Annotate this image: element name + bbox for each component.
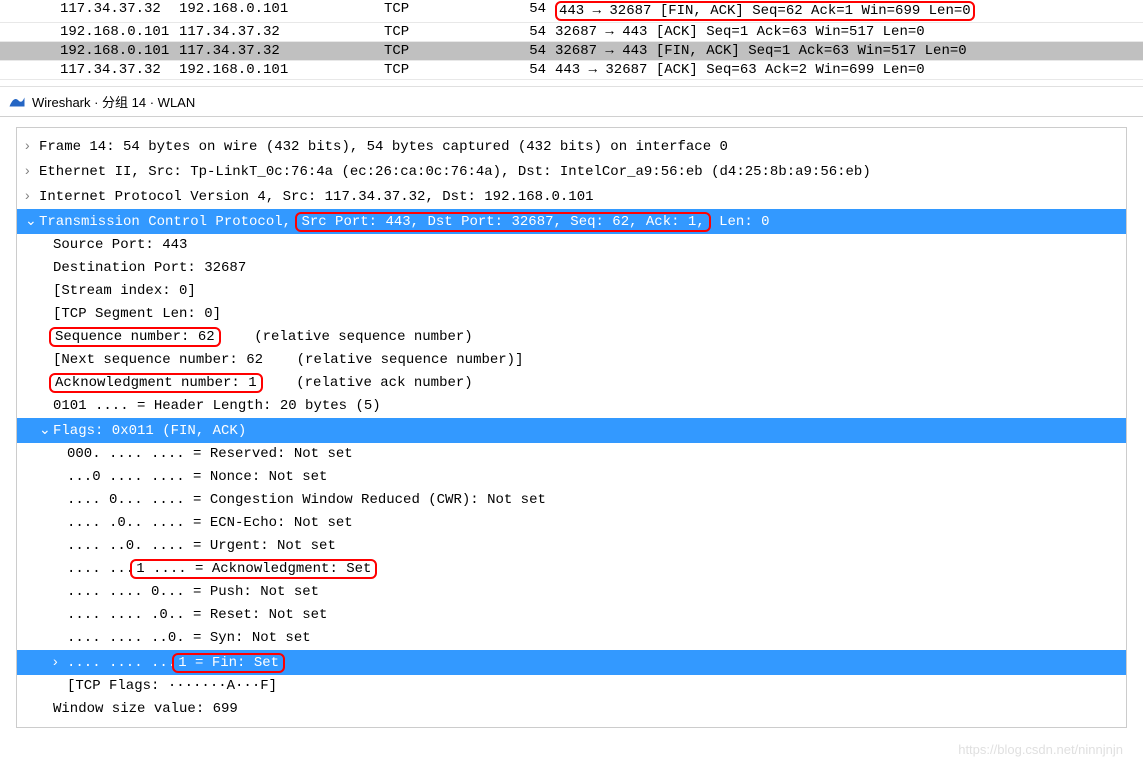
ethernet-summary: Ethernet II, Src: Tp-LinkT_0c:76:4a (ec:… bbox=[39, 164, 871, 180]
chevron-right-icon[interactable]: › bbox=[25, 159, 39, 182]
window-title: Wireshark · 分组 14 · WLAN bbox=[32, 92, 195, 111]
tree-item-flag-push[interactable]: .... .... 0... = Push: Not set bbox=[17, 581, 1126, 604]
tree-item-flag-nonce[interactable]: ...0 .... .... = Nonce: Not set bbox=[17, 466, 1126, 489]
col-protocol: TCP bbox=[380, 1, 510, 21]
tree-item-flag-syn[interactable]: .... .... ..0. = Syn: Not set bbox=[17, 627, 1126, 650]
tree-item-flag-urgent[interactable]: .... ..0. .... = Urgent: Not set bbox=[17, 535, 1126, 558]
ip-summary: Internet Protocol Version 4, Src: 117.34… bbox=[39, 189, 594, 205]
col-length: 54 bbox=[510, 62, 550, 78]
chevron-down-icon[interactable]: ⌄ bbox=[39, 418, 53, 441]
frame-summary: Frame 14: 54 bytes on wire (432 bits), 5… bbox=[39, 139, 728, 155]
tcp-prefix: Transmission Control Protocol, bbox=[39, 214, 299, 230]
highlighted-tcp-ports: Src Port: 443, Dst Port: 32687, Seq: 62,… bbox=[295, 212, 710, 232]
tree-item-header-length[interactable]: 0101 .... = Header Length: 20 bytes (5) bbox=[17, 395, 1126, 418]
packet-row[interactable]: 192.168.0.101 117.34.37.32 TCP 54 32687 … bbox=[0, 23, 1143, 42]
col-length: 54 bbox=[510, 43, 550, 59]
col-protocol: TCP bbox=[380, 43, 510, 59]
col-destination: 192.168.0.101 bbox=[175, 1, 380, 21]
packet-row[interactable]: 117.34.37.32 192.168.0.101 TCP 54 443 → … bbox=[0, 0, 1143, 23]
wireshark-icon bbox=[8, 93, 26, 111]
col-destination: 117.34.37.32 bbox=[175, 24, 380, 40]
tree-item-src-port[interactable]: Source Port: 443 bbox=[17, 234, 1126, 257]
chevron-right-icon[interactable]: › bbox=[25, 134, 39, 157]
packet-row[interactable]: 117.34.37.32 192.168.0.101 TCP 54 443 → … bbox=[0, 61, 1143, 80]
chevron-down-icon[interactable]: ⌄ bbox=[25, 209, 39, 232]
col-source: 117.34.37.32 bbox=[0, 62, 175, 78]
col-length: 54 bbox=[510, 1, 550, 21]
tree-item-next-seq[interactable]: [Next sequence number: 62 (relative sequ… bbox=[17, 349, 1126, 372]
tree-item-segment-len[interactable]: [TCP Segment Len: 0] bbox=[17, 303, 1126, 326]
highlighted-info: 443 → 32687 [FIN, ACK] Seq=62 Ack=1 Win=… bbox=[555, 1, 975, 21]
tree-item-ip[interactable]: ›Internet Protocol Version 4, Src: 117.3… bbox=[17, 184, 1126, 209]
chevron-right-icon[interactable]: › bbox=[53, 650, 67, 673]
col-protocol: TCP bbox=[380, 62, 510, 78]
tree-item-ethernet[interactable]: ›Ethernet II, Src: Tp-LinkT_0c:76:4a (ec… bbox=[17, 159, 1126, 184]
flags-summary: Flags: 0x011 (FIN, ACK) bbox=[53, 423, 246, 439]
col-length: 54 bbox=[510, 24, 550, 40]
tree-item-dst-port[interactable]: Destination Port: 32687 bbox=[17, 257, 1126, 280]
highlighted-ack-flag: 1 .... = Acknowledgment: Set bbox=[130, 559, 377, 579]
window-titlebar: Wireshark · 分组 14 · WLAN bbox=[0, 86, 1143, 117]
tree-item-flag-reserved[interactable]: 000. .... .... = Reserved: Not set bbox=[17, 443, 1126, 466]
tree-item-seq-number[interactable]: Sequence number: 62 (relative sequence n… bbox=[17, 326, 1126, 349]
col-source: 192.168.0.101 bbox=[0, 43, 175, 59]
tree-item-frame[interactable]: ›Frame 14: 54 bytes on wire (432 bits), … bbox=[17, 134, 1126, 159]
col-info: 32687 → 443 [ACK] Seq=1 Ack=63 Win=517 L… bbox=[550, 24, 1143, 40]
col-info: 32687 → 443 [FIN, ACK] Seq=1 Ack=63 Win=… bbox=[550, 43, 1143, 59]
col-info: 443 → 32687 [ACK] Seq=63 Ack=2 Win=699 L… bbox=[550, 62, 1143, 78]
tree-item-flags[interactable]: ⌄Flags: 0x011 (FIN, ACK) bbox=[17, 418, 1126, 443]
col-info: 443 → 32687 [FIN, ACK] Seq=62 Ack=1 Win=… bbox=[550, 1, 1143, 21]
col-source: 192.168.0.101 bbox=[0, 24, 175, 40]
tree-item-tcp-flags-string[interactable]: [TCP Flags: ·······A···F] bbox=[17, 675, 1126, 698]
col-destination: 117.34.37.32 bbox=[175, 43, 380, 59]
tcp-suffix: Len: 0 bbox=[711, 214, 770, 230]
tree-item-stream-index[interactable]: [Stream index: 0] bbox=[17, 280, 1126, 303]
col-protocol: TCP bbox=[380, 24, 510, 40]
highlighted-seq: Sequence number: 62 bbox=[49, 327, 221, 347]
highlighted-fin-flag: 1 = Fin: Set bbox=[172, 653, 285, 673]
watermark: https://blog.csdn.net/ninnjnjn bbox=[958, 742, 1123, 757]
tree-item-flag-fin[interactable]: ›.... .... ...1 = Fin: Set bbox=[17, 650, 1126, 675]
tree-item-window-size[interactable]: Window size value: 699 bbox=[17, 698, 1126, 721]
highlighted-ack: Acknowledgment number: 1 bbox=[49, 373, 263, 393]
tree-item-tcp[interactable]: ⌄Transmission Control Protocol, Src Port… bbox=[17, 209, 1126, 234]
tree-item-flag-ecn[interactable]: .... .0.. .... = ECN-Echo: Not set bbox=[17, 512, 1126, 535]
tree-item-flag-cwr[interactable]: .... 0... .... = Congestion Window Reduc… bbox=[17, 489, 1126, 512]
packet-list[interactable]: 117.34.37.32 192.168.0.101 TCP 54 443 → … bbox=[0, 0, 1143, 80]
tree-item-flag-ack[interactable]: .... ...1 .... = Acknowledgment: Set bbox=[17, 558, 1126, 581]
tree-item-ack-number[interactable]: Acknowledgment number: 1 (relative ack n… bbox=[17, 372, 1126, 395]
tree-item-flag-reset[interactable]: .... .... .0.. = Reset: Not set bbox=[17, 604, 1126, 627]
packet-details-pane[interactable]: ›Frame 14: 54 bytes on wire (432 bits), … bbox=[16, 127, 1127, 728]
col-destination: 192.168.0.101 bbox=[175, 62, 380, 78]
packet-row[interactable]: 192.168.0.101 117.34.37.32 TCP 54 32687 … bbox=[0, 42, 1143, 61]
col-source: 117.34.37.32 bbox=[0, 1, 175, 21]
chevron-right-icon[interactable]: › bbox=[25, 184, 39, 207]
